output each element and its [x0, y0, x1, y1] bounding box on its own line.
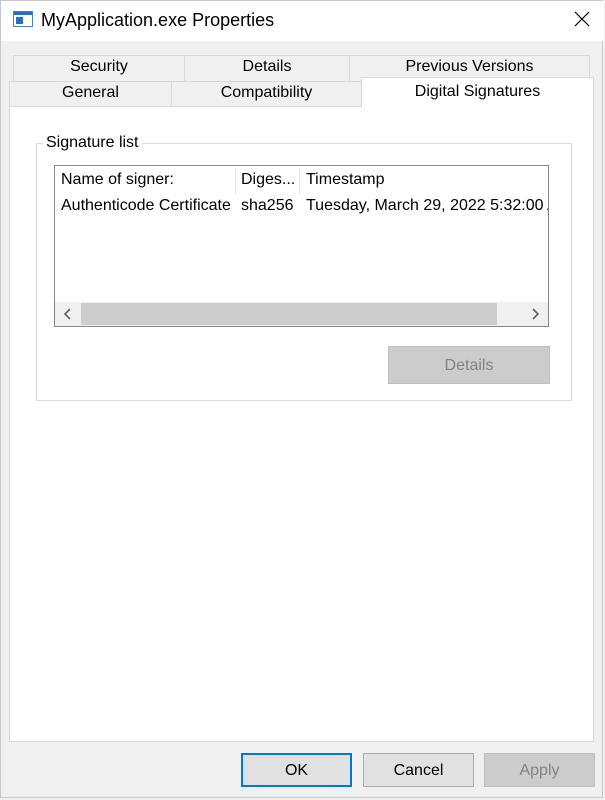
apply-button[interactable]: Apply	[484, 753, 595, 787]
signer-name-cell: Authenticode Certificate	[61, 197, 231, 214]
tab-label: Digital Signatures	[414, 83, 541, 100]
tab-label: Previous Versions	[405, 58, 534, 75]
tab-details[interactable]: Details	[184, 55, 350, 83]
digital-signatures-panel: Signature list Name of signer: Diges... …	[9, 106, 594, 742]
properties-window: MyApplication.exe Properties Security De…	[0, 0, 604, 798]
tab-digital-signatures[interactable]: Digital Signatures	[361, 77, 594, 107]
column-header-name[interactable]: Name of signer:	[55, 166, 235, 194]
close-icon	[574, 11, 590, 27]
signature-list[interactable]: Name of signer: Diges... Timestamp Authe…	[54, 165, 549, 327]
tab-security[interactable]: Security	[13, 55, 185, 83]
application-window-icon	[13, 11, 33, 27]
list-header: Name of signer: Diges... Timestamp	[55, 166, 548, 194]
window-title: MyApplication.exe Properties	[41, 10, 275, 30]
cancel-button[interactable]: Cancel	[363, 753, 474, 787]
timestamp-cell: Tuesday, March 29, 2022 5:32:00 AM	[306, 197, 549, 214]
horizontal-scrollbar[interactable]	[55, 302, 548, 326]
tab-general[interactable]: General	[9, 81, 172, 107]
details-button[interactable]: Details	[388, 346, 550, 384]
scroll-right-button[interactable]	[522, 302, 548, 326]
tab-label: General	[62, 84, 119, 101]
column-header-digest[interactable]: Diges...	[235, 166, 299, 194]
tab-label: Compatibility	[220, 84, 313, 101]
tab-compatibility[interactable]: Compatibility	[171, 81, 362, 107]
tab-label: Security	[70, 58, 128, 75]
ok-button[interactable]: OK	[241, 753, 352, 787]
signature-list-label: Signature list	[43, 133, 142, 153]
signature-list-group: Signature list Name of signer: Diges... …	[36, 133, 572, 401]
scroll-thumb[interactable]	[81, 303, 497, 325]
tab-label: Details	[242, 58, 292, 75]
scroll-left-button[interactable]	[55, 302, 81, 326]
column-header-timestamp[interactable]: Timestamp	[300, 166, 548, 194]
title-bar[interactable]: MyApplication.exe Properties	[1, 1, 604, 41]
digest-cell: sha256	[241, 197, 294, 214]
chevron-right-icon	[532, 308, 540, 320]
chevron-left-icon	[63, 308, 71, 320]
table-row[interactable]: Authenticode Certificate sha256 Tuesday,…	[55, 194, 548, 220]
close-button[interactable]	[558, 1, 604, 39]
